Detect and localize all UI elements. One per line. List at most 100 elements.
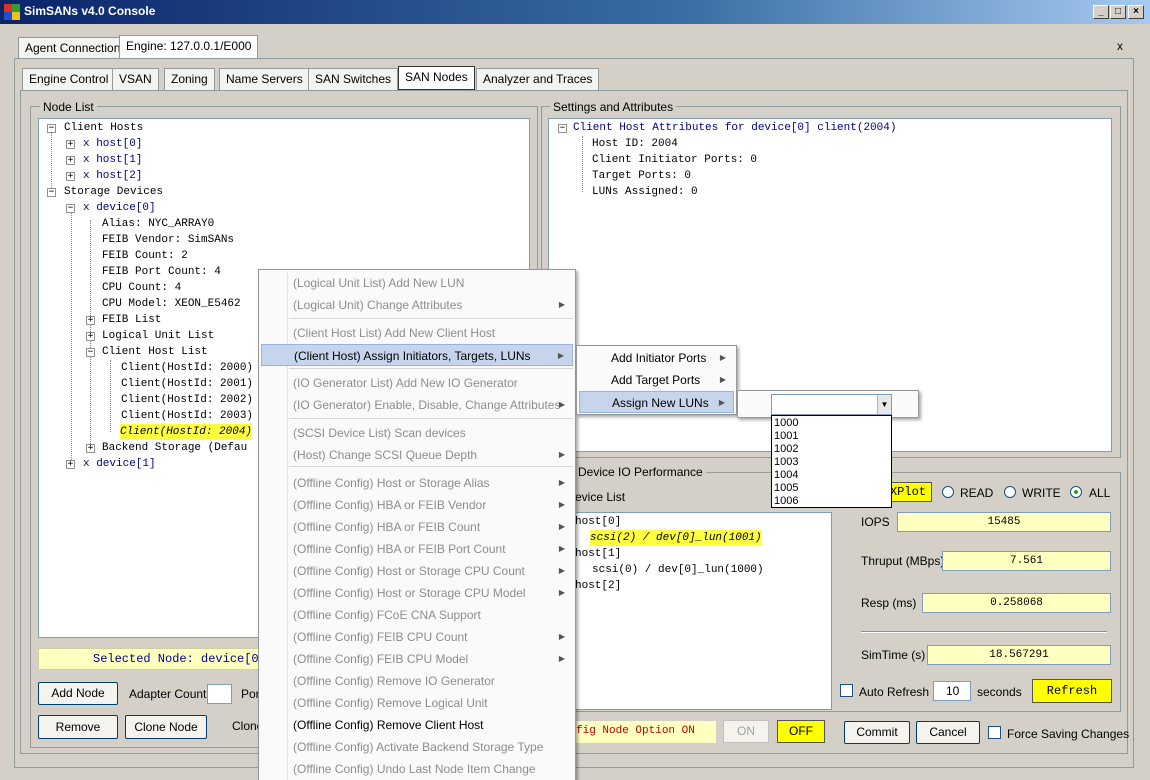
add-target-ports-item[interactable]: Add Target Ports ▶: [579, 369, 734, 391]
tree-node[interactable]: Logical Unit List: [102, 328, 214, 344]
refresh-interval-input[interactable]: 10: [933, 681, 971, 701]
maximize-button[interactable]: □: [1110, 5, 1126, 19]
auto-refresh-checkbox[interactable]: [840, 684, 853, 697]
expand-icon[interactable]: +: [66, 156, 75, 165]
tree-node[interactable]: Client(HostId: 2002): [121, 392, 253, 408]
tree-node[interactable]: x host[1]: [83, 152, 142, 168]
context-menu-item[interactable]: (Host) Change SCSI Queue Depth ▶: [261, 444, 573, 466]
tab-san-switches[interactable]: SAN Switches: [308, 68, 399, 90]
context-menu-item[interactable]: (Offline Config) FEIB CPU Count ▶: [261, 626, 573, 648]
tab-vsan[interactable]: VSAN: [112, 68, 159, 90]
tree-node[interactable]: CPU Count: 4: [102, 280, 181, 296]
collapse-icon[interactable]: −: [558, 124, 567, 133]
read-radio[interactable]: [942, 486, 954, 498]
write-radio[interactable]: [1004, 486, 1016, 498]
cancel-button[interactable]: Cancel: [916, 721, 980, 744]
expand-icon[interactable]: +: [86, 444, 95, 453]
adapter-count-input[interactable]: [207, 684, 232, 704]
lun-option[interactable]: 1005: [774, 482, 798, 495]
refresh-button[interactable]: Refresh: [1032, 679, 1112, 703]
tree-node[interactable]: FEIB Vendor: SimSANs: [102, 232, 234, 248]
tree-node[interactable]: Client(HostId: 2001): [121, 376, 253, 392]
tree-node[interactable]: Alias: NYC_ARRAY0: [102, 216, 214, 232]
expand-icon[interactable]: +: [86, 316, 95, 325]
add-initiator-ports-item[interactable]: Add Initiator Ports ▶: [579, 347, 734, 369]
tree-node[interactable]: Client(HostId: 2000): [121, 360, 253, 376]
lun-option[interactable]: 1003: [774, 456, 798, 469]
lun-option[interactable]: 1004: [774, 469, 798, 482]
context-menu-item[interactable]: (Offline Config) HBA or FEIB Port Count ▶: [261, 538, 573, 560]
context-menu-item[interactable]: (Logical Unit) Change Attributes ▶: [261, 294, 573, 316]
context-menu-item[interactable]: (Logical Unit List) Add New LUN: [261, 272, 573, 294]
expand-icon[interactable]: +: [66, 172, 75, 181]
collapse-icon[interactable]: −: [47, 188, 56, 197]
close-window-button[interactable]: ×: [1128, 5, 1144, 19]
context-menu-item[interactable]: (Offline Config) HBA or FEIB Count ▶: [261, 516, 573, 538]
context-menu-item[interactable]: (Offline Config) Remove Logical Unit: [261, 692, 573, 714]
commit-button[interactable]: Commit: [844, 721, 910, 744]
tree-node[interactable]: Client(HostId: 2003): [121, 408, 253, 424]
context-menu-item[interactable]: (Offline Config) Activate Backend Storag…: [261, 736, 573, 758]
context-menu-item[interactable]: (Offline Config) Host or Storage CPU Cou…: [261, 560, 573, 582]
tree-node-selected[interactable]: Client(HostId: 2004): [120, 424, 253, 440]
context-menu-item[interactable]: (IO Generator List) Add New IO Generator: [261, 372, 573, 394]
tree-node[interactable]: CPU Model: XEON_E5462: [102, 296, 241, 312]
context-menu-item[interactable]: (Offline Config) HBA or FEIB Vendor ▶: [261, 494, 573, 516]
context-menu-item[interactable]: (Offline Config) Host or Storage CPU Mod…: [261, 582, 573, 604]
tree-node[interactable]: Storage Devices: [64, 184, 163, 200]
add-node-button[interactable]: Add Node: [38, 682, 118, 705]
context-menu-item[interactable]: (SCSI Device List) Scan devices: [261, 422, 573, 444]
attr-header[interactable]: Client Host Attributes for device[0] cli…: [573, 120, 896, 136]
close-tab-icon[interactable]: x: [1117, 39, 1123, 53]
tree-node[interactable]: x host[2]: [83, 168, 142, 184]
tree-node[interactable]: Client Host List: [102, 344, 208, 360]
tab-engine-control[interactable]: Engine Control: [22, 68, 116, 90]
tree-node[interactable]: Backend Storage (Defau: [102, 440, 247, 456]
context-menu-item[interactable]: (Client Host List) Add New Client Host: [261, 322, 573, 344]
tab-engine[interactable]: Engine: 127.0.0.1/E000: [119, 35, 259, 59]
context-menu-item[interactable]: (Offline Config) FCoE CNA Support: [261, 604, 573, 626]
clone-node-button[interactable]: Clone Node: [125, 715, 207, 739]
device-lun-selected[interactable]: scsi(2) / dev[0]_lun(1001): [590, 530, 762, 546]
lun-option[interactable]: 1002: [774, 443, 798, 456]
context-menu-item[interactable]: (Offline Config) Remove Client Host: [261, 714, 573, 736]
collapse-icon[interactable]: −: [66, 204, 75, 213]
force-saving-checkbox[interactable]: [988, 726, 1001, 739]
collapse-icon[interactable]: −: [47, 124, 56, 133]
expand-icon[interactable]: +: [66, 140, 75, 149]
remove-button[interactable]: Remove: [38, 715, 118, 739]
lun-option[interactable]: 1006: [774, 495, 798, 508]
on-button[interactable]: ON: [723, 720, 769, 743]
tree-node[interactable]: FEIB List: [102, 312, 161, 328]
device-host[interactable]: host[0]: [575, 514, 621, 530]
tab-zoning[interactable]: Zoning: [164, 68, 215, 90]
lun-options-list[interactable]: 1000 1001 1002 1003 1004 1005 1006: [771, 415, 892, 508]
tree-node[interactable]: x device[1]: [83, 456, 156, 472]
tree-node[interactable]: FEIB Port Count: 4: [102, 264, 221, 280]
assign-new-luns-item[interactable]: Assign New LUNs ▶: [579, 391, 734, 413]
lun-combo[interactable]: ▼: [771, 394, 892, 415]
tree-node[interactable]: Client Hosts: [64, 120, 143, 136]
context-menu-item[interactable]: (Client Host) Assign Initiators, Targets…: [261, 344, 573, 366]
device-lun[interactable]: scsi(0) / dev[0]_lun(1000): [592, 562, 764, 578]
minimize-button[interactable]: _: [1093, 5, 1109, 19]
collapse-icon[interactable]: −: [86, 348, 95, 357]
tab-name-servers[interactable]: Name Servers: [219, 68, 310, 90]
context-menu-item[interactable]: (IO Generator) Enable, Disable, Change A…: [261, 394, 573, 416]
context-menu-item[interactable]: (Offline Config) Remove IO Generator: [261, 670, 573, 692]
context-menu-item[interactable]: (Offline Config) Host or Storage Alias ▶: [261, 472, 573, 494]
tree-node[interactable]: FEIB Count: 2: [102, 248, 188, 264]
all-radio[interactable]: [1070, 486, 1082, 498]
tree-node[interactable]: x host[0]: [83, 136, 142, 152]
expand-icon[interactable]: +: [66, 460, 75, 469]
tab-agent-connections[interactable]: Agent Connections: [18, 37, 134, 59]
tab-san-nodes[interactable]: SAN Nodes: [398, 66, 475, 90]
chevron-down-icon[interactable]: ▼: [877, 395, 891, 414]
context-menu-item[interactable]: (Offline Config) FEIB CPU Model ▶: [261, 648, 573, 670]
expand-icon[interactable]: +: [86, 332, 95, 341]
context-menu-item[interactable]: (Offline Config) Undo Last Node Item Cha…: [261, 758, 573, 780]
off-button[interactable]: OFF: [777, 720, 825, 743]
lun-option[interactable]: 1001: [774, 430, 798, 443]
tab-analyzer-traces[interactable]: Analyzer and Traces: [476, 68, 600, 90]
device-host[interactable]: host[2]: [575, 578, 621, 594]
